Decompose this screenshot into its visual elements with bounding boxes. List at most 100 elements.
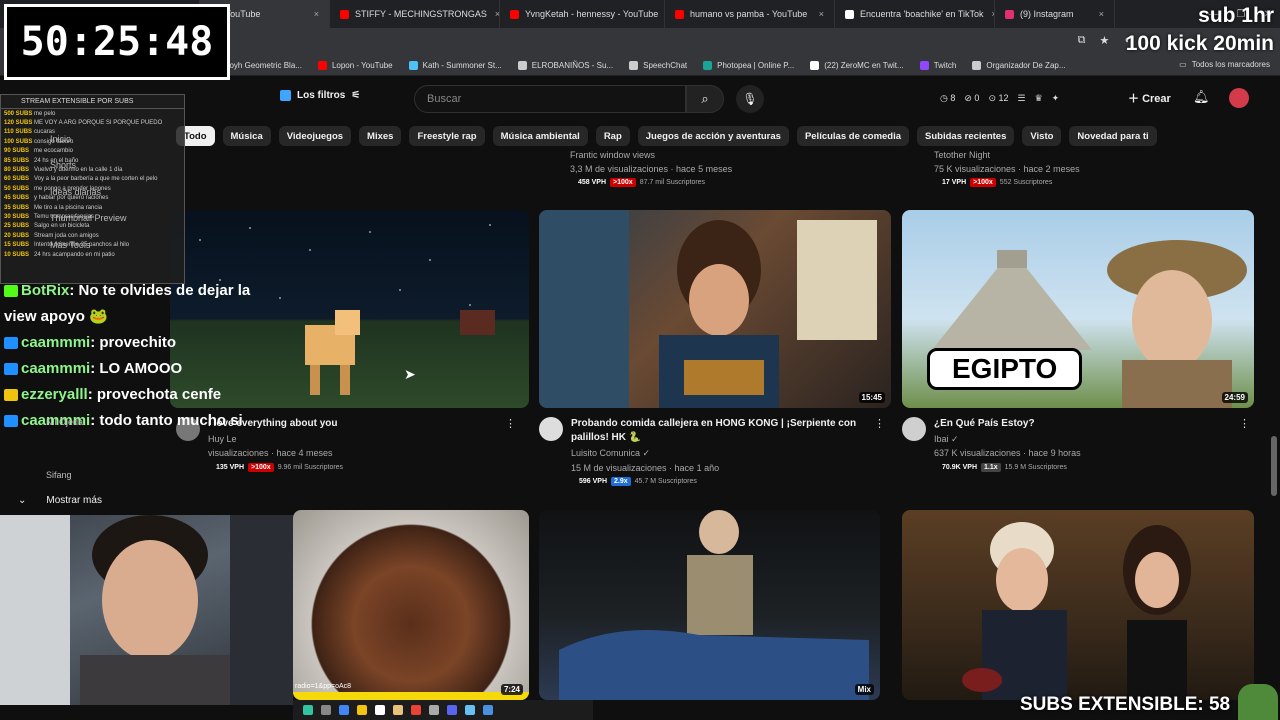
app-icon[interactable] bbox=[483, 705, 493, 715]
scrollbar[interactable] bbox=[1271, 436, 1277, 496]
more-options-icon[interactable]: ⋮ bbox=[874, 417, 885, 430]
video-thumbnail-2[interactable]: 15:45 bbox=[539, 210, 891, 408]
video-title[interactable]: Probando comida callejera en HONG KONG |… bbox=[571, 417, 871, 445]
chat-text: : provechito bbox=[90, 334, 177, 351]
star-icon[interactable]: ★ bbox=[1099, 34, 1109, 47]
bookmark-favicon-icon bbox=[810, 61, 820, 70]
nav-thumbnail-preview[interactable]: Thumbnail Preview bbox=[50, 213, 127, 223]
bookmark-item[interactable]: SpeechChat bbox=[621, 61, 695, 70]
app-icon[interactable] bbox=[393, 705, 403, 715]
app-icon[interactable] bbox=[411, 705, 421, 715]
search-button[interactable]: ⌕ bbox=[686, 85, 724, 113]
chip-11[interactable]: Novedad para ti bbox=[1069, 126, 1157, 146]
channel-name[interactable]: Ibai ✓ bbox=[934, 434, 959, 445]
create-button[interactable]: ＋ Crear bbox=[1128, 90, 1171, 106]
app-icon[interactable] bbox=[303, 705, 313, 715]
tab-close-icon[interactable]: × bbox=[1091, 9, 1104, 19]
chip-3[interactable]: Mixes bbox=[359, 126, 402, 146]
channel-avatar[interactable] bbox=[902, 417, 926, 441]
tab-close-icon[interactable]: × bbox=[658, 9, 664, 19]
notifications-icon[interactable]: 🔔︎ bbox=[1193, 89, 1210, 105]
app-icon[interactable] bbox=[447, 705, 457, 715]
app-icon[interactable] bbox=[321, 705, 331, 715]
app-icon[interactable] bbox=[357, 705, 367, 715]
app-icon[interactable] bbox=[375, 705, 385, 715]
chat-badge-icon bbox=[4, 415, 18, 428]
chip-4[interactable]: Freestyle rap bbox=[409, 126, 485, 146]
tab-close-icon[interactable]: × bbox=[306, 9, 319, 19]
nav-inicio[interactable]: Inicio bbox=[50, 134, 71, 144]
couple-scene bbox=[962, 522, 1191, 700]
chip-7[interactable]: Juegos de acción y aventuras bbox=[637, 126, 789, 146]
counter-ok[interactable]: ⊙ 12 bbox=[988, 93, 1008, 104]
browser-tab[interactable]: (9) Instagram × bbox=[995, 0, 1115, 28]
all-bookmarks-button[interactable]: ▭ Todos los marcadores bbox=[1179, 60, 1270, 69]
channel-name[interactable]: Luisito Comunica ✓ bbox=[571, 448, 650, 459]
ext-goal-count: 100 SUBS bbox=[4, 138, 33, 145]
chip-5[interactable]: Música ambiental bbox=[492, 126, 588, 146]
chat-username[interactable]: caammmi bbox=[21, 360, 90, 377]
chat-username[interactable]: BotRix bbox=[21, 282, 69, 299]
sparkle-icon[interactable]: ✦ bbox=[1052, 93, 1060, 104]
folder-icon: ▭ bbox=[1179, 60, 1187, 69]
trophy-icon[interactable]: ♛ bbox=[1035, 93, 1043, 104]
ext-goal-count: 25 SUBS bbox=[4, 223, 30, 230]
nav-shorts[interactable]: Shorts bbox=[50, 160, 76, 170]
more-options-icon[interactable]: ⋮ bbox=[505, 417, 516, 430]
chat-badge-icon bbox=[4, 363, 18, 376]
chip-1[interactable]: Música bbox=[222, 126, 271, 146]
video-thumbnail-5[interactable]: Mix bbox=[539, 510, 880, 700]
filters-button[interactable]: Los filtros ⚟ bbox=[280, 90, 360, 101]
chip-2[interactable]: Videojuegos bbox=[278, 126, 352, 146]
bookmark-item[interactable]: Photopea | Online P... bbox=[695, 61, 802, 70]
chip-8[interactable]: Películas de comedia bbox=[796, 126, 910, 146]
chat-badge-icon bbox=[4, 389, 18, 402]
nav-more-tools[interactable]: Más Tools bbox=[50, 240, 90, 250]
tab-close-icon[interactable]: × bbox=[984, 9, 994, 19]
bookmark-item[interactable]: Lopon - YouTube bbox=[310, 61, 401, 70]
channel-name[interactable]: Huy Le bbox=[208, 434, 237, 444]
bookmark-item[interactable]: (22) ZeroMC en Twit... bbox=[802, 61, 911, 70]
tab-close-icon[interactable]: × bbox=[487, 9, 499, 19]
tab-label: STIFFY - MECHINGSTRONGAS bbox=[355, 9, 487, 19]
voice-search-button[interactable]: 🎙 bbox=[736, 85, 764, 113]
nav-ideas[interactable]: Ideas diarias bbox=[50, 187, 101, 197]
browser-tab[interactable]: YvngKetah - hennessy - YouTube× bbox=[500, 0, 665, 28]
show-more-button[interactable]: ⌄ Mostrar más bbox=[18, 495, 102, 506]
top-mid-views: 3,3 M de visualizaciones · hace 5 meses bbox=[570, 164, 733, 174]
list-icon[interactable]: ☰ bbox=[1018, 93, 1026, 104]
account-avatar[interactable] bbox=[1229, 88, 1249, 108]
tab-close-icon[interactable]: × bbox=[811, 9, 824, 19]
browser-tab[interactable]: STIFFY - MECHINGSTRONGAS × bbox=[330, 0, 500, 28]
search-input[interactable]: Buscar bbox=[414, 85, 686, 113]
video-thumbnail-3[interactable]: EGIPTO 24:59 bbox=[902, 210, 1254, 408]
bookmark-item[interactable]: Kath - Summoner St... bbox=[401, 61, 510, 70]
bookmark-favicon-icon bbox=[629, 61, 639, 70]
ext-goal-text: me pelo bbox=[34, 110, 56, 117]
app-icon[interactable] bbox=[339, 705, 349, 715]
more-options-icon[interactable]: ⋮ bbox=[1239, 417, 1250, 430]
install-icon[interactable]: ⧉ bbox=[1078, 34, 1086, 47]
chat-username[interactable]: caammmi bbox=[21, 334, 90, 351]
chat-text: : todo tanto mucho si bbox=[90, 412, 243, 429]
chat-username[interactable]: ezzeryalll bbox=[21, 386, 88, 403]
video-thumbnail-4[interactable]: radio=1&pp=oAc8 7:24 bbox=[293, 510, 529, 700]
app-icon[interactable] bbox=[465, 705, 475, 715]
chip-10[interactable]: Visto bbox=[1022, 126, 1062, 146]
video-title[interactable]: ¿En Qué País Estoy? bbox=[934, 417, 1234, 431]
chip-6[interactable]: Rap bbox=[595, 126, 630, 146]
chip-9[interactable]: Subidas recientes bbox=[917, 126, 1015, 146]
counter-clock[interactable]: ◷ 8 bbox=[940, 93, 955, 104]
video-thumbnail-6[interactable] bbox=[902, 510, 1254, 700]
bookmark-item[interactable]: Twitch bbox=[912, 61, 965, 70]
browser-tab[interactable]: Encuentra 'boachike' en TikTok× bbox=[835, 0, 995, 28]
app-icon[interactable] bbox=[429, 705, 439, 715]
browser-tab[interactable]: humano vs pamba - YouTube × bbox=[665, 0, 835, 28]
ext-goal-count: 120 SUBS bbox=[4, 120, 33, 127]
counter-stop[interactable]: ⊘ 0 bbox=[964, 93, 979, 104]
ext-goal-text: Salgo en un bicicleta bbox=[34, 223, 90, 230]
bookmark-item[interactable]: ELROBANIÑOS - Su... bbox=[510, 61, 621, 70]
bookmark-item[interactable]: Organizador De Zap... bbox=[964, 61, 1073, 70]
bookmark-label: (22) ZeroMC en Twit... bbox=[824, 61, 904, 70]
channel-avatar[interactable] bbox=[539, 417, 563, 441]
